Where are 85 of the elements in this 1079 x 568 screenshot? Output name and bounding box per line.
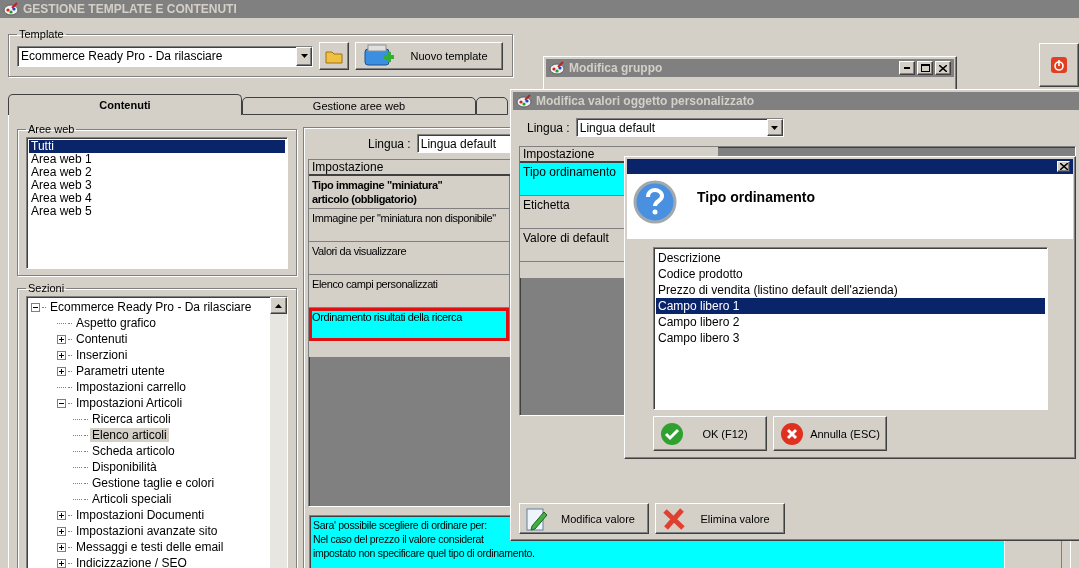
tree-item[interactable]: Aspetto grafico <box>74 316 159 330</box>
tree-item[interactable]: Impostazioni Documenti <box>74 508 207 522</box>
plus-box-icon[interactable] <box>57 510 66 520</box>
field-label: Lingua : <box>527 120 570 135</box>
group-label: Aree web <box>27 123 76 135</box>
cross-icon <box>662 506 686 531</box>
close-button[interactable] <box>935 61 951 75</box>
plus-box-icon[interactable] <box>57 542 66 552</box>
minus-box-icon[interactable] <box>57 398 66 408</box>
tree-item[interactable]: Ricerca articoli <box>90 412 173 426</box>
table-cell[interactable]: Valori da visualizzare <box>309 242 509 275</box>
window-title: GESTIONE TEMPLATE E CONTENUTI <box>23 2 237 16</box>
app-icon <box>549 61 565 75</box>
window-title: Modifica gruppo <box>569 61 663 75</box>
list-item[interactable]: Area web 3 <box>29 179 285 192</box>
table-cell[interactable]: Elenco campi personalizzati <box>309 275 509 308</box>
plus-box-icon[interactable] <box>57 558 66 568</box>
list-item[interactable]: Campo libero 1 <box>656 298 1045 314</box>
tree-item[interactable]: Impostazioni Articoli <box>74 396 185 410</box>
plus-box-icon[interactable] <box>57 334 66 344</box>
list-item[interactable]: Codice prodotto <box>656 266 1045 282</box>
cancel-button[interactable]: Annulla (ESC) <box>773 416 887 451</box>
list-item[interactable]: Area web 2 <box>29 166 285 179</box>
plus-box-icon[interactable] <box>57 526 66 536</box>
dropdown-arrow-icon <box>300 54 308 58</box>
maximize-icon <box>920 64 930 72</box>
app-icon <box>516 94 532 108</box>
tab[interactable]: Contenuti <box>8 94 242 115</box>
question-icon <box>633 180 677 224</box>
tree-item[interactable]: Gestione taglie e colori <box>90 476 217 490</box>
new-template-button[interactable]: Nuovo template <box>355 42 503 70</box>
tree-item[interactable]: Disponibilità <box>90 460 159 474</box>
list-item[interactable]: Campo libero 3 <box>656 330 1045 346</box>
minimize-button[interactable] <box>899 61 915 75</box>
list-item[interactable]: Tutti <box>29 140 285 153</box>
cross-circle-icon <box>780 421 804 446</box>
dropdown-arrow-icon <box>771 125 779 130</box>
tab[interactable] <box>476 97 508 115</box>
table-cell[interactable]: Immagine per "miniatura non disponibile" <box>309 209 509 242</box>
language-dropdown[interactable]: Lingua default <box>575 118 784 137</box>
tab[interactable]: Gestione aree web <box>242 97 476 115</box>
tree-item[interactable]: Articoli speciali <box>90 492 174 506</box>
ok-button[interactable]: OK (F12) <box>653 416 767 451</box>
table-cell[interactable]: Ordinamento risultati della ricerca <box>309 308 509 341</box>
close-icon <box>939 64 947 72</box>
tree-item[interactable]: Ecommerce Ready Pro - Da rilasciare <box>48 300 254 314</box>
group-label: Template <box>18 28 65 40</box>
delete-button[interactable]: Elimina valore <box>655 503 785 534</box>
tree-item[interactable]: Contenuti <box>74 332 130 346</box>
plus-box-icon[interactable] <box>57 366 66 376</box>
group-label: Sezioni <box>27 282 66 294</box>
exit-button[interactable] <box>1039 43 1079 87</box>
tree-item[interactable]: Parametri utente <box>74 364 167 378</box>
scrollbar[interactable] <box>270 297 287 568</box>
field-label: Lingua : <box>368 136 411 151</box>
tree-item[interactable]: Messaggi e testi delle email <box>74 540 226 554</box>
tree-item[interactable]: Inserzioni <box>74 348 130 362</box>
list-item[interactable]: Campo libero 2 <box>656 314 1045 330</box>
table-cell[interactable]: Tipo immagine "miniatura" articolo (obbligatorio) <box>309 176 509 209</box>
check-icon <box>660 421 684 446</box>
list-item[interactable]: Area web 4 <box>29 192 285 205</box>
tree-item[interactable]: Impostazioni avanzate sito <box>74 524 220 538</box>
close-icon <box>1059 163 1068 170</box>
close-button[interactable] <box>1057 161 1070 172</box>
new-template-icon <box>362 43 396 69</box>
app-icon <box>3 2 19 16</box>
edit-button[interactable]: Modifica valore <box>519 503 649 534</box>
minus-box-icon[interactable] <box>31 302 40 312</box>
plus-box-icon[interactable] <box>57 350 66 360</box>
minimize-icon <box>904 67 910 69</box>
list-item[interactable]: Area web 5 <box>29 205 285 218</box>
tree-item[interactable]: Elenco articoli <box>90 428 169 442</box>
tree-item[interactable]: Scheda articolo <box>90 444 177 458</box>
template-dropdown[interactable]: Ecommerce Ready Pro - Da rilasciare <box>17 45 313 67</box>
list-item[interactable]: Prezzo di vendita (listino default dell'azienda) <box>656 282 1045 298</box>
scroll-up-icon <box>275 303 282 308</box>
folder-icon <box>325 48 343 64</box>
pencil-document-icon <box>526 505 548 532</box>
open-folder-button[interactable] <box>319 42 349 70</box>
tree-item[interactable]: Indicizzazione / SEO <box>74 556 189 568</box>
window-title: Modifica valori oggetto personalizzato <box>536 94 755 108</box>
maximize-button[interactable] <box>917 61 933 75</box>
tree-item[interactable]: Impostazioni carrello <box>74 380 189 394</box>
list-item[interactable]: Area web 1 <box>29 153 285 166</box>
power-icon <box>1050 56 1068 74</box>
